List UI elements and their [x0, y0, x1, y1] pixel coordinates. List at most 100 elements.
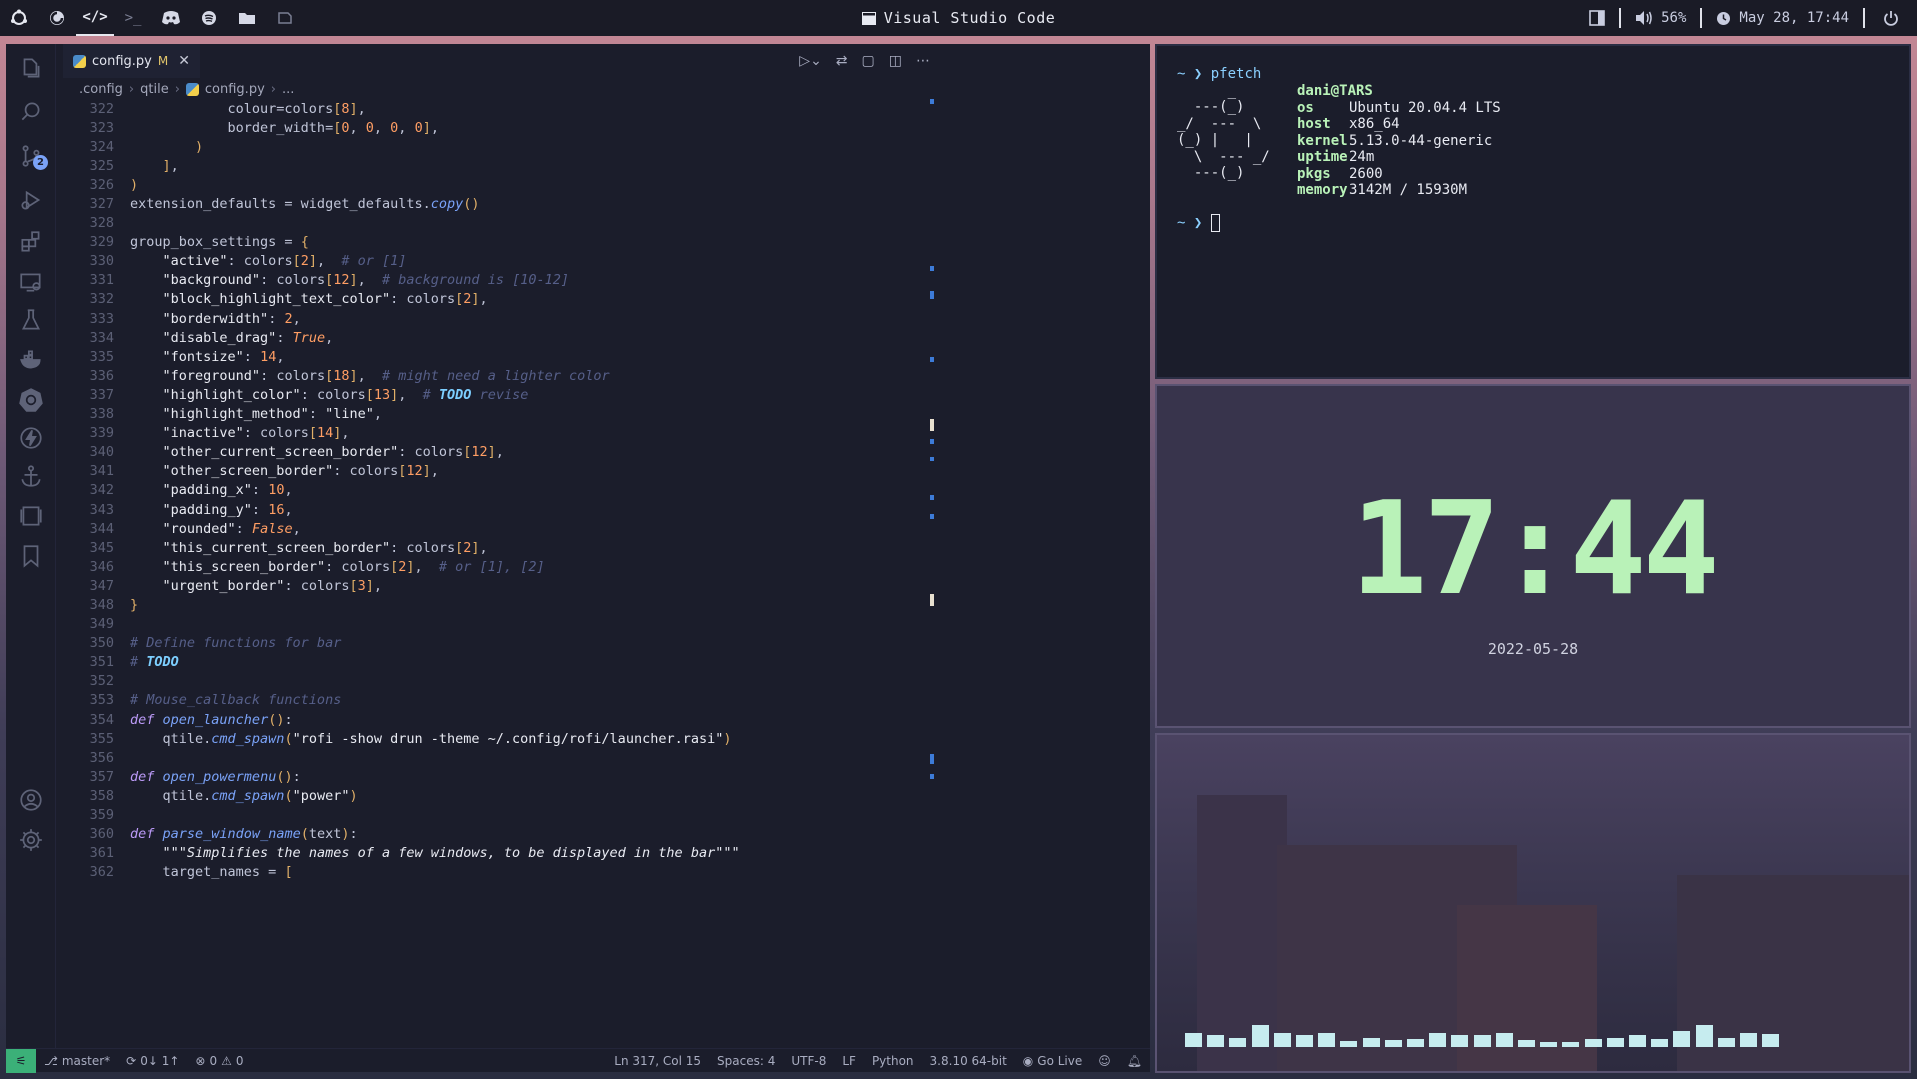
code-line[interactable]: 342 "padding_x": 10, — [57, 481, 937, 500]
tab-config-py[interactable]: config.py M ✕ — [63, 44, 200, 78]
code-line[interactable]: 326) — [57, 175, 937, 194]
testing-icon[interactable] — [6, 300, 56, 340]
empty-workspace-icon[interactable] — [266, 0, 304, 36]
breadcrumb-item[interactable]: config.py — [205, 82, 265, 97]
notifications-bell-icon[interactable]: 🔔︎ — [1119, 1054, 1150, 1068]
code-line[interactable]: 353 # Mouse_callback functions — [57, 691, 937, 710]
split-editor-icon[interactable]: ◫ — [889, 53, 902, 69]
code-editor[interactable]: 322 colour=colors[8], 323 border_width=[0… — [57, 99, 937, 879]
volume-widget[interactable]: 56% — [1621, 8, 1700, 28]
code-line[interactable]: 359 — [57, 805, 937, 824]
encoding[interactable]: UTF-8 — [783, 1054, 834, 1068]
search-icon[interactable] — [6, 92, 56, 132]
code-line[interactable]: 348} — [57, 595, 937, 614]
breadcrumb-item[interactable]: ... — [282, 82, 294, 97]
overview-ruler[interactable] — [930, 99, 942, 879]
thunder-client-icon[interactable] — [6, 418, 56, 458]
indentation[interactable]: Spaces: 4 — [709, 1054, 783, 1068]
code-line[interactable]: 358 qtile.cmd_spawn("power") — [57, 786, 937, 805]
feedback-icon[interactable]: ☺ — [1090, 1054, 1119, 1068]
code-line[interactable]: 347 "urgent_border": colors[3], — [57, 576, 937, 595]
python-interpreter[interactable]: 3.8.10 64-bit — [922, 1054, 1015, 1068]
more-actions-icon[interactable]: ⋯ — [916, 53, 930, 69]
ascii-art-line: _ — [1177, 83, 1237, 99]
close-tab-icon[interactable]: ✕ — [178, 53, 190, 69]
line-text: "fontsize": 14, — [162, 348, 285, 365]
code-line[interactable]: 336 "foreground": colors[18], # might ne… — [57, 366, 937, 385]
clock-widget[interactable]: May 28, 17:44 — [1702, 8, 1863, 28]
code-line[interactable]: 334 "disable_drag": True, — [57, 328, 937, 347]
code-line[interactable]: 324 ) — [57, 137, 937, 156]
code-line[interactable]: 345 "this_current_screen_border": colors… — [57, 538, 937, 557]
code-line[interactable]: 340 "other_current_screen_border": color… — [57, 443, 937, 462]
discord-icon[interactable] — [152, 0, 190, 36]
bookmark-icon[interactable] — [6, 536, 56, 576]
breadcrumb-item[interactable]: qtile — [140, 82, 169, 97]
code-line[interactable]: 322 colour=colors[8], — [57, 99, 937, 118]
code-line[interactable]: 346 "this_screen_border": colors[2], # o… — [57, 557, 937, 576]
code-line[interactable]: 356 — [57, 748, 937, 767]
go-live-button[interactable]: ◉ Go Live — [1015, 1054, 1090, 1068]
layout-indicator[interactable] — [1575, 8, 1619, 28]
code-line[interactable]: 344 "rounded": False, — [57, 519, 937, 538]
code-line[interactable]: 330 "active": colors[2], # or [1] — [57, 252, 937, 271]
visualizer-bar — [1762, 1034, 1780, 1047]
explorer-icon[interactable] — [6, 48, 56, 88]
code-line[interactable]: ⚓337 "highlight_color": colors[13], # TO… — [57, 385, 937, 404]
code-line[interactable]: 339 "inactive": colors[14], — [57, 424, 937, 443]
settings-gear-icon[interactable] — [6, 820, 56, 860]
code-line[interactable]: 355 qtile.cmd_spawn("rofi -show drun -th… — [57, 729, 937, 748]
remote-indicator-icon[interactable]: ⚟ — [6, 1048, 36, 1073]
code-line[interactable]: 325 ], — [57, 156, 937, 175]
preview-icon[interactable]: ▢ — [862, 53, 875, 69]
terminal-icon[interactable]: >_ — [114, 0, 152, 36]
language-mode[interactable]: Python — [864, 1054, 922, 1068]
code-line[interactable]: 343 "padding_y": 16, — [57, 500, 937, 519]
firefox-icon[interactable] — [38, 0, 76, 36]
code-line[interactable]: 360 def parse_window_name(text): — [57, 825, 937, 844]
code-line[interactable]: 333 "borderwidth": 2, — [57, 309, 937, 328]
git-branch[interactable]: ⎇ master* — [36, 1054, 118, 1068]
code-line[interactable]: ⚓351# TODO — [57, 653, 937, 672]
cursor-position[interactable]: Ln 317, Col 15 — [606, 1054, 709, 1068]
code-icon[interactable]: </> — [76, 0, 114, 36]
open-changes-icon[interactable]: ⇄ — [836, 53, 848, 69]
end-of-line[interactable]: LF — [834, 1054, 864, 1068]
source-control-icon[interactable]: 2 — [6, 136, 56, 176]
code-line[interactable]: 331 "background": colors[12], # backgrou… — [57, 271, 937, 290]
code-line[interactable]: 338 "highlight_method": "line", — [57, 405, 937, 424]
kubernetes-icon[interactable] — [6, 380, 56, 420]
code-line[interactable]: 335 "fontsize": 14, — [57, 347, 937, 366]
terminal-prompt-line[interactable]: ~ ❯ — [1177, 214, 1220, 232]
code-line[interactable]: 352 — [57, 672, 937, 691]
remote-explorer-icon[interactable] — [6, 262, 56, 302]
account-icon[interactable] — [6, 780, 56, 820]
code-line[interactable]: 349 — [57, 615, 937, 634]
anchor-icon[interactable] — [6, 456, 56, 496]
code-line[interactable]: 362 target_names = [ — [57, 863, 937, 879]
info-value: 24m — [1349, 149, 1375, 166]
code-line[interactable]: 341 "other_screen_border": colors[12], — [57, 462, 937, 481]
power-button[interactable] — [1865, 8, 1917, 28]
code-line[interactable]: 357 def open_powermenu(): — [57, 767, 937, 786]
extensions-icon[interactable] — [6, 222, 56, 262]
folder-icon[interactable] — [228, 0, 266, 36]
code-line[interactable]: 329 group_box_settings = { — [57, 233, 937, 252]
code-line[interactable]: 361 """Simplifies the names of a few win… — [57, 844, 937, 863]
git-sync[interactable]: ⟳ 0↓ 1↑ — [118, 1054, 187, 1068]
run-python-file-icon[interactable]: ▷⌄ — [799, 53, 822, 69]
code-line[interactable]: 327 extension_defaults = widget_defaults.… — [57, 194, 937, 213]
code-line[interactable]: 332 "block_highlight_text_color": colors… — [57, 290, 937, 309]
code-line[interactable]: 328 — [57, 214, 937, 233]
ubuntu-icon[interactable] — [0, 0, 38, 36]
code-line[interactable]: 354 def open_launcher(): — [57, 710, 937, 729]
spotify-icon[interactable] — [190, 0, 228, 36]
terminal-window[interactable]: ~ ❯ pfetch _ ---(_) _/ --- \ (_) | | \ ---… — [1155, 44, 1911, 379]
github-actions-icon[interactable] — [6, 496, 56, 536]
run-debug-icon[interactable] — [6, 180, 56, 220]
breadcrumb-item[interactable]: .config — [79, 82, 123, 97]
code-line[interactable]: 350 # Define functions for bar — [57, 634, 937, 653]
problems[interactable]: ⊗ 0 ⚠ 0 — [187, 1054, 251, 1068]
docker-icon[interactable] — [6, 340, 56, 380]
code-line[interactable]: 323 border_width=[0, 0, 0, 0], — [57, 118, 937, 137]
